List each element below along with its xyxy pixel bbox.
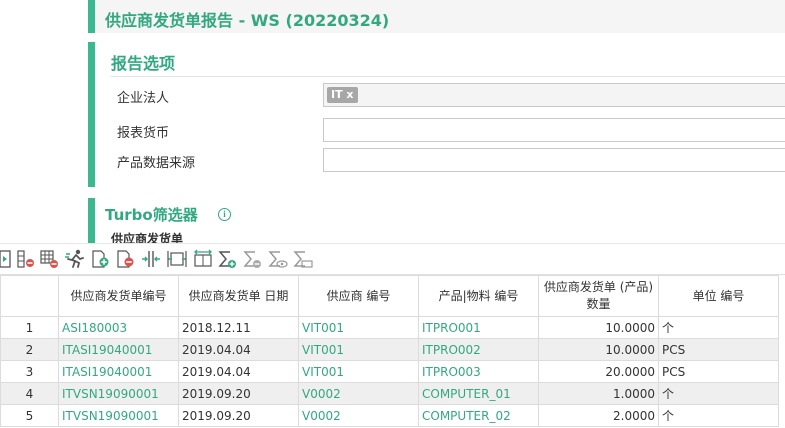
- report-currency-field[interactable]: [323, 118, 785, 142]
- split-columns-icon[interactable]: [140, 248, 162, 270]
- expand-icon[interactable]: [0, 248, 16, 270]
- grid-toolbar: [0, 243, 785, 275]
- supplier-no-link[interactable]: VIT001: [298, 360, 419, 383]
- table-row[interactable]: 5 ITVSN19090001 2019.09.20 V0002 COMPUTE…: [0, 404, 779, 427]
- invoice-no-link[interactable]: ITASI19040001: [58, 360, 179, 383]
- product-no-link[interactable]: COMPUTER_02: [418, 404, 539, 427]
- supplier-no-link[interactable]: VIT001: [298, 338, 419, 361]
- supplier-no-link[interactable]: V0002: [298, 382, 419, 405]
- legal-entity-tag[interactable]: IT x: [327, 87, 358, 103]
- unit-cell: 个: [658, 382, 779, 405]
- product-no-link[interactable]: ITPRO001: [418, 316, 539, 339]
- page-title: 供应商发货单报告 - WS (20220324): [105, 11, 390, 30]
- report-options-title: 报告选项: [111, 54, 176, 73]
- unit-cell: 个: [658, 316, 779, 339]
- row-number: 4: [0, 382, 59, 405]
- column-header-invoice-no[interactable]: 供应商发货单编号: [58, 275, 179, 317]
- quantity-cell: 2.0000: [538, 404, 659, 427]
- add-document-icon[interactable]: [89, 248, 111, 270]
- legal-entity-label: 企业法人: [117, 91, 170, 106]
- collapse-columns-icon[interactable]: [15, 248, 37, 270]
- column-header-product-no[interactable]: 产品|物料 编号: [418, 275, 539, 317]
- product-data-source-field[interactable]: [323, 148, 785, 172]
- quantity-cell: 10.0000: [538, 316, 659, 339]
- row-number-header: [0, 275, 59, 317]
- product-no-link[interactable]: ITPRO002: [418, 338, 539, 361]
- unit-cell: 个: [658, 404, 779, 427]
- table-row[interactable]: 3 ITASI19040001 2019.04.04 VIT001 ITPRO0…: [0, 360, 779, 383]
- quantity-cell: 1.0000: [538, 382, 659, 405]
- table-row[interactable]: 4 ITVSN19090001 2019.09.20 V0002 COMPUTE…: [0, 382, 779, 405]
- product-no-link[interactable]: COMPUTER_01: [418, 382, 539, 405]
- invoice-no-link[interactable]: ITVSN19090001: [58, 404, 179, 427]
- report-currency-label: 报表货币: [117, 126, 170, 141]
- turbo-filter-panel: Turbo筛选器 i 供应商发货单: [88, 198, 785, 246]
- info-icon[interactable]: i: [218, 208, 231, 221]
- row-number: 2: [0, 338, 59, 361]
- quantity-cell: 20.0000: [538, 360, 659, 383]
- sum-view-icon[interactable]: [266, 248, 288, 270]
- invoice-no-link[interactable]: ITASI19040001: [58, 338, 179, 361]
- remove-document-icon[interactable]: [114, 248, 136, 270]
- invoice-date-cell: 2019.09.20: [178, 382, 299, 405]
- table-row[interactable]: 2 ITASI19040001 2019.04.04 VIT001 ITPRO0…: [0, 338, 779, 361]
- column-header-invoice-date[interactable]: 供应商发货单 日期: [178, 275, 299, 317]
- fit-columns-icon[interactable]: [166, 248, 188, 270]
- column-header-supplier-no[interactable]: 供应商 编号: [298, 275, 419, 317]
- sum-remove-icon[interactable]: [241, 248, 263, 270]
- sum-add-icon[interactable]: [216, 248, 238, 270]
- grid-header-row: 供应商发货单编号 供应商发货单 日期 供应商 编号 产品|物料 编号 供应商发货…: [0, 275, 779, 317]
- data-grid: 供应商发货单编号 供应商发货单 日期 供应商 编号 产品|物料 编号 供应商发货…: [0, 275, 779, 427]
- table-row[interactable]: 1 ASI180003 2018.12.11 VIT001 ITPRO001 1…: [0, 316, 779, 339]
- product-no-link[interactable]: ITPRO003: [418, 360, 539, 383]
- invoice-date-cell: 2019.04.04: [178, 338, 299, 361]
- quantity-cell: 10.0000: [538, 338, 659, 361]
- row-number: 1: [0, 316, 59, 339]
- sum-hide-icon[interactable]: [291, 248, 313, 270]
- unit-cell: PCS: [658, 338, 779, 361]
- invoice-no-link[interactable]: ASI180003: [58, 316, 179, 339]
- row-number: 5: [0, 404, 59, 427]
- resize-columns-icon[interactable]: [192, 248, 214, 270]
- report-options-panel: 报告选项 企业法人 IT x 报表货币 产品数据来源: [88, 42, 785, 187]
- page-title-bar: 供应商发货单报告 - WS (20220324): [88, 0, 785, 33]
- invoice-date-cell: 2018.12.11: [178, 316, 299, 339]
- legal-entity-field[interactable]: IT x: [323, 83, 785, 107]
- row-number: 3: [0, 360, 59, 383]
- invoice-date-cell: 2019.04.04: [178, 360, 299, 383]
- unit-cell: PCS: [658, 360, 779, 383]
- invoice-date-cell: 2019.09.20: [178, 404, 299, 427]
- invoice-no-link[interactable]: ITVSN19090001: [58, 382, 179, 405]
- divider: [111, 76, 785, 77]
- column-header-unit-no[interactable]: 单位 编号: [658, 275, 779, 317]
- grid-remove-icon[interactable]: [38, 248, 60, 270]
- run-icon[interactable]: [64, 248, 86, 270]
- supplier-no-link[interactable]: VIT001: [298, 316, 419, 339]
- supplier-no-link[interactable]: V0002: [298, 404, 419, 427]
- product-data-source-label: 产品数据来源: [117, 156, 196, 171]
- column-header-quantity[interactable]: 供应商发货单 (产品) 数量: [538, 275, 659, 317]
- turbo-filter-title: Turbo筛选器: [105, 206, 198, 224]
